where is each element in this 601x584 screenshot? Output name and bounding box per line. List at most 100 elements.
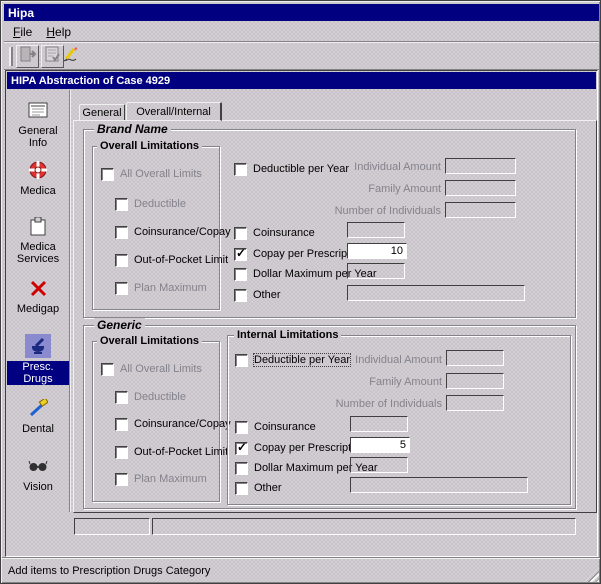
checkbox-label: All Overall Limits (120, 363, 202, 375)
coinsurance-copay-checkbox[interactable] (115, 226, 128, 239)
copay-per-prescription-field[interactable] (347, 243, 407, 259)
resize-grip[interactable] (585, 568, 599, 582)
family-amount-label: Family Amount (328, 376, 442, 388)
statusbar: Add items to Prescription Drugs Category (2, 557, 601, 584)
all-overall-limits-checkbox[interactable] (101, 168, 114, 181)
status-panel-left (74, 518, 150, 535)
sidebar-item-label: Vision (21, 481, 55, 493)
copay-per-prescription-checkbox[interactable] (234, 248, 247, 261)
sidebar-item-presc-drugs[interactable]: Presc. Drugs (7, 334, 69, 385)
dollar-maximum-per-year-field[interactable] (347, 263, 405, 279)
number-of-individuals-label: Number of Individuals (328, 398, 442, 410)
number-of-individuals-label: Number of Individuals (327, 205, 441, 217)
brand-name-group: Brand Name Overall Limitations All Overa… (83, 129, 576, 318)
checkbox-label: Out-of-Pocket Limit (134, 446, 228, 458)
menu-file[interactable]: File (13, 25, 32, 39)
checkbox-label: All Overall Limits (120, 168, 202, 180)
overall-limitations-legend: Overall Limitations (97, 334, 202, 348)
out-of-pocket-limit-checkbox[interactable] (115, 254, 128, 267)
other-field[interactable] (350, 477, 528, 493)
tab-general[interactable]: General (79, 104, 125, 121)
sidebar-item-medigap[interactable]: Medigap (7, 276, 69, 315)
sidebar-item-general-info[interactable]: General Info (7, 98, 69, 149)
other-checkbox[interactable] (234, 289, 247, 302)
case-titlebar: HIPA Abstraction of Case 4929 (7, 72, 596, 89)
family-amount-field[interactable] (446, 373, 504, 389)
sidebar-item-dental[interactable]: Dental (7, 396, 69, 435)
coinsurance-copay-checkbox[interactable] (115, 418, 128, 431)
case-window: HIPA Abstraction of Case 4929 General In… (5, 70, 598, 557)
individual-amount-field[interactable] (445, 158, 516, 174)
generic-overall-limitations-group: Overall Limitations All Overall Limits D… (92, 341, 220, 502)
coinsurance-checkbox[interactable] (234, 227, 247, 240)
individual-amount-label: Individual Amount (327, 161, 441, 173)
checkbox-row[interactable]: Out-of-Pocket Limit (115, 445, 228, 459)
dollar-maximum-per-year-checkbox[interactable] (234, 268, 247, 281)
sidebar-item-label: Medica (18, 185, 57, 197)
plan-maximum-checkbox[interactable] (115, 473, 128, 486)
generic-legend: Generic (94, 318, 145, 332)
copay-per-prescription-checkbox[interactable] (235, 442, 248, 455)
deductible-checkbox[interactable] (115, 391, 128, 404)
coinsurance-field[interactable] (350, 416, 408, 432)
menubar: File Help (4, 23, 599, 41)
all-overall-limits-checkbox[interactable] (101, 363, 114, 376)
lifebuoy-icon (25, 158, 51, 182)
sidebar-item-medica-services[interactable]: Medica Services (7, 214, 69, 265)
checkbox-row[interactable]: Coinsurance (234, 226, 315, 240)
clipboard-icon (25, 214, 51, 238)
deductible-checkbox[interactable] (115, 198, 128, 211)
other-field[interactable] (347, 285, 525, 301)
out-of-pocket-limit-checkbox[interactable] (115, 446, 128, 459)
deductible-per-year-checkbox[interactable] (234, 163, 247, 176)
individual-amount-field[interactable] (446, 350, 504, 366)
checkbox-row[interactable]: Deductible (115, 390, 186, 404)
deductible-per-year-checkbox[interactable] (235, 354, 248, 367)
family-amount-label: Family Amount (327, 183, 441, 195)
checkbox-label: Deductible (134, 198, 186, 210)
sidebar-item-label: Presc. Drugs (7, 361, 69, 385)
toolbar-gripper[interactable] (9, 47, 13, 66)
sidebar-item-medica[interactable]: Medica (7, 158, 69, 197)
checkbox-row[interactable]: Coinsurance/Copay (115, 417, 231, 431)
checkbox-label: Coinsurance/Copay (134, 418, 231, 430)
checkbox-row[interactable]: Plan Maximum (115, 281, 207, 295)
generic-group: Generic Overall Limitations All Overall … (83, 325, 576, 509)
coinsurance-field[interactable] (347, 222, 405, 238)
checkbox-row[interactable]: Coinsurance/Copay (115, 225, 231, 239)
exit-door-icon (19, 46, 37, 67)
checkbox-row[interactable]: All Overall Limits (101, 362, 202, 376)
menu-help[interactable]: Help (46, 25, 71, 39)
tab-label: Overall/Internal (136, 106, 211, 118)
plan-maximum-checkbox[interactable] (115, 282, 128, 295)
checkbox-row[interactable]: Copay per Prescription (234, 247, 365, 261)
tab-panel: Brand Name Overall Limitations All Overa… (73, 120, 597, 513)
checkbox-row[interactable]: Plan Maximum (115, 472, 207, 486)
checkbox-label: Other (253, 289, 281, 301)
exit-button[interactable] (16, 45, 39, 68)
app-title: Hipa (8, 6, 34, 20)
checkbox-row[interactable]: Deductible (115, 197, 186, 211)
checkbox-label: Plan Maximum (134, 473, 207, 485)
pharmacy-icon (25, 334, 51, 358)
number-of-individuals-field[interactable] (445, 202, 516, 218)
tab-overall-internal[interactable]: Overall/Internal (126, 102, 222, 121)
dollar-maximum-per-year-checkbox[interactable] (235, 462, 248, 475)
checkbox-row[interactable]: Other (234, 288, 281, 302)
number-of-individuals-field[interactable] (446, 395, 504, 411)
brand-name-legend: Brand Name (94, 122, 171, 136)
checkbox-row[interactable]: Other (235, 481, 282, 495)
checkbox-row[interactable]: All Overall Limits (101, 167, 202, 181)
sidebar-item-vision[interactable]: Vision (7, 454, 69, 493)
family-amount-field[interactable] (445, 180, 516, 196)
checkbox-row[interactable]: Out-of-Pocket Limit (115, 253, 228, 267)
checkbox-row[interactable]: Copay per Prescription (235, 441, 366, 455)
checkbox-row[interactable]: Coinsurance (235, 420, 316, 434)
other-checkbox[interactable] (235, 482, 248, 495)
abstract-button[interactable] (58, 45, 81, 68)
coinsurance-checkbox[interactable] (235, 421, 248, 434)
dollar-maximum-per-year-field[interactable] (350, 457, 408, 473)
internal-limitations-legend: Internal Limitations (234, 328, 341, 342)
copay-per-prescription-field[interactable] (350, 437, 410, 453)
hand-write-icon (61, 45, 79, 68)
